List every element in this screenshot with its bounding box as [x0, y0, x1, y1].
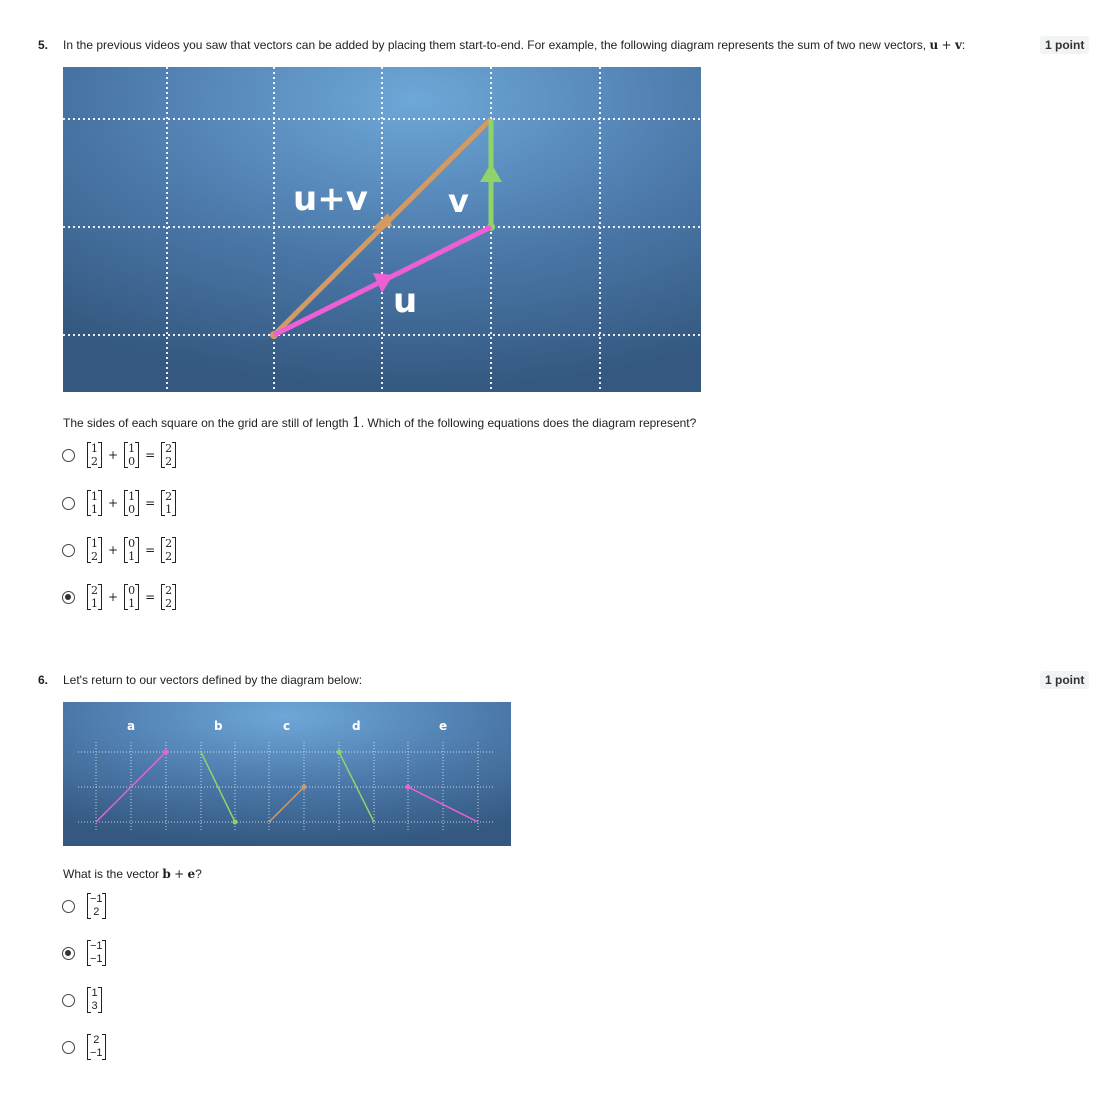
q5-option-1-equation: 12 + 10 = 22	[87, 442, 177, 468]
label-v: v	[448, 182, 469, 220]
question-5-prompt: The sides of each square on the grid are…	[63, 415, 696, 431]
q5-option-2[interactable]: 11 + 10 = 21	[62, 490, 177, 516]
plus-symbol: +	[941, 38, 952, 52]
vector-sum-diagram: u+v v u	[63, 67, 701, 392]
q6-option-2[interactable]: −1 −1	[62, 940, 106, 966]
label-d: d	[352, 719, 361, 733]
q6-option-4[interactable]: 2 −1	[62, 1034, 106, 1060]
question-6-prompt: What is the vector b + e?	[63, 867, 202, 881]
q5-option-1-radio[interactable]	[62, 448, 75, 462]
matrix: 12	[87, 442, 102, 468]
vectors-a-to-e-diagram: a b c d e	[63, 702, 511, 846]
q5-option-2-radio[interactable]	[62, 496, 75, 510]
matrix: −1 2	[87, 893, 106, 919]
plus-symbol: +	[174, 867, 185, 881]
vector-b-symbol: b	[162, 867, 171, 881]
matrix: 13	[87, 987, 102, 1013]
matrix: 01	[124, 537, 140, 563]
matrix: 10	[124, 490, 140, 516]
label-c: c	[283, 719, 290, 733]
label-b: b	[214, 719, 223, 733]
matrix: 22	[161, 537, 177, 563]
question-5-intro-text: In the previous videos you saw that vect…	[63, 38, 927, 52]
label-a: a	[127, 719, 135, 733]
question-5-points-badge: 1 point	[1040, 36, 1090, 54]
matrix: 21	[161, 490, 177, 516]
q6-option-3[interactable]: 13	[62, 987, 102, 1013]
question-5-prompt-end: . Which of the following equations does …	[360, 416, 697, 430]
q6-option-3-radio[interactable]	[62, 993, 75, 1007]
matrix: −1 −1	[87, 940, 106, 966]
q5-option-4[interactable]: 21 + 01 = 22	[62, 584, 177, 610]
question-5-intro: In the previous videos you saw that vect…	[63, 38, 966, 52]
matrix: 01	[124, 584, 140, 610]
q5-option-4-radio[interactable]	[62, 590, 75, 604]
label-u-plus-v: u+v	[293, 179, 368, 219]
matrix: 22	[161, 584, 177, 610]
matrix: 10	[124, 442, 140, 468]
question-6-intro: Let's return to our vectors defined by t…	[63, 673, 363, 687]
q5-option-3-radio[interactable]	[62, 543, 75, 557]
q6-option-4-radio[interactable]	[62, 1040, 75, 1054]
question-6-number: 6.	[38, 673, 49, 687]
question-5-number: 5.	[38, 38, 49, 52]
q5-option-2-equation: 11 + 10 = 21	[87, 490, 177, 516]
vector-v-symbol: v	[954, 38, 962, 52]
q6-option-2-radio[interactable]	[62, 946, 75, 960]
question-6-points-badge: 1 point	[1040, 671, 1090, 689]
q5-option-1[interactable]: 12 + 10 = 22	[62, 442, 177, 468]
label-e: e	[439, 719, 447, 733]
matrix: 22	[161, 442, 177, 468]
q6-option-1[interactable]: −1 2	[62, 893, 106, 919]
q5-option-3-equation: 12 + 01 = 22	[87, 537, 177, 563]
matrix: 21	[87, 584, 102, 610]
q6-option-1-radio[interactable]	[62, 899, 75, 913]
matrix: 12	[87, 537, 102, 563]
matrix: 2 −1	[87, 1034, 106, 1060]
matrix: 11	[87, 490, 102, 516]
q5-option-4-equation: 21 + 01 = 22	[87, 584, 177, 610]
vector-u-symbol: u	[929, 38, 939, 52]
question-5-prompt-text: The sides of each square on the grid are…	[63, 416, 349, 430]
question-6-prompt-text: What is the vector	[63, 867, 160, 881]
label-u: u	[393, 281, 417, 321]
question-5-length: 1	[351, 415, 361, 431]
q5-option-3[interactable]: 12 + 01 = 22	[62, 537, 177, 563]
